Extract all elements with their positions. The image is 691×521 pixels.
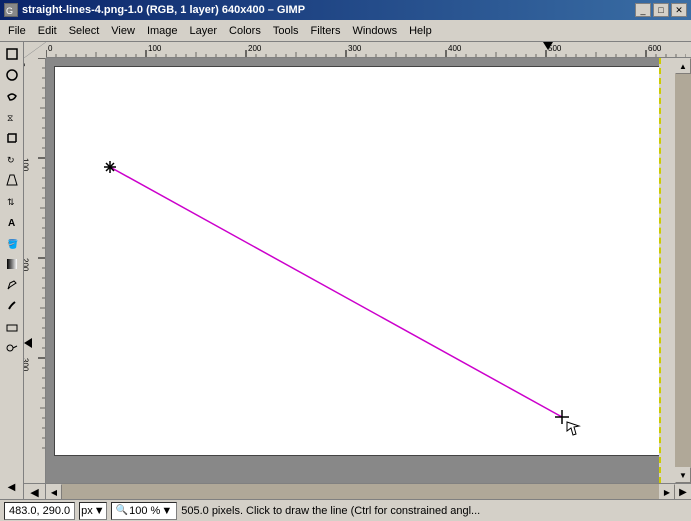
- tool-pencil[interactable]: [2, 275, 22, 295]
- title-bar-left: G straight-lines-4.png-1.0 (RGB, 1 layer…: [4, 3, 305, 17]
- svg-text:200: 200: [248, 44, 262, 53]
- menu-item-select[interactable]: Select: [63, 23, 106, 39]
- scroll-left-icon[interactable]: ◀: [2, 477, 22, 497]
- scroll-right-button[interactable]: ▶: [659, 484, 675, 499]
- svg-text:A: A: [8, 218, 15, 228]
- unit-selector[interactable]: px ▼: [79, 502, 107, 520]
- status-message: 505.0 pixels. Click to draw the line (Ct…: [181, 505, 687, 517]
- tool-ellipse[interactable]: [2, 65, 22, 85]
- svg-text:🪣: 🪣: [7, 238, 18, 249]
- vertical-scrollbar[interactable]: ▲ ▼: [675, 58, 691, 483]
- svg-text:100: 100: [148, 44, 162, 53]
- maximize-button[interactable]: □: [653, 3, 669, 17]
- scroll-down-button[interactable]: ▼: [675, 467, 691, 483]
- svg-text:100: 100: [24, 158, 30, 172]
- gimp-icon: G: [4, 3, 18, 17]
- menu-item-image[interactable]: Image: [141, 23, 184, 39]
- title-controls[interactable]: _ □ ✕: [635, 3, 687, 17]
- scroll-track-v[interactable]: [675, 74, 691, 467]
- horizontal-scrollbar[interactable]: ◀ ▶: [46, 484, 675, 499]
- svg-text:0: 0: [48, 44, 53, 53]
- scroll-track-h[interactable]: [62, 484, 659, 499]
- title-bar: G straight-lines-4.png-1.0 (RGB, 1 layer…: [0, 0, 691, 20]
- menu-item-colors[interactable]: Colors: [223, 23, 267, 39]
- ruler-row: 0 100 200 300 400 500 600: [24, 42, 691, 58]
- svg-text:⧖: ⧖: [7, 113, 13, 123]
- horizontal-ruler: 0 100 200 300 400 500 600: [46, 42, 691, 58]
- svg-text:0: 0: [24, 62, 27, 67]
- ruler-corner: [24, 42, 46, 58]
- tool-perspective[interactable]: [2, 170, 22, 190]
- svg-text:200: 200: [24, 258, 30, 272]
- menu-item-help[interactable]: Help: [403, 23, 438, 39]
- coordinate-display: 483.0, 290.0: [4, 502, 75, 520]
- svg-text:400: 400: [448, 44, 462, 53]
- menu-bar: FileEditSelectViewImageLayerColorsToolsF…: [0, 20, 691, 42]
- canvas-wrapper: 0 100 200 300 400 500 600: [24, 42, 691, 499]
- tool-paintbrush[interactable]: [2, 296, 22, 316]
- svg-text:600: 600: [648, 44, 662, 53]
- close-button[interactable]: ✕: [671, 3, 687, 17]
- svg-text:300: 300: [24, 358, 30, 372]
- zoom-value: 100 %: [129, 505, 160, 517]
- tool-transform[interactable]: ↻: [2, 149, 22, 169]
- minimize-button[interactable]: _: [635, 3, 651, 17]
- left-toolbar: ⧖ ↻ ⇅ A 🪣: [0, 42, 24, 499]
- window-title: straight-lines-4.png-1.0 (RGB, 1 layer) …: [22, 4, 305, 16]
- canvas-row: 0 100 200 300: [24, 58, 691, 483]
- tool-eraser[interactable]: [2, 317, 22, 337]
- menu-item-file[interactable]: File: [2, 23, 32, 39]
- tool-blend[interactable]: [2, 254, 22, 274]
- zoom-dropdown-arrow[interactable]: ▼: [161, 505, 172, 517]
- tool-text[interactable]: A: [2, 212, 22, 232]
- svg-text:300: 300: [348, 44, 362, 53]
- main-area: ⧖ ↻ ⇅ A 🪣: [0, 42, 691, 499]
- drawing-surface: [55, 67, 669, 455]
- tool-fuzzy[interactable]: ⧖: [2, 107, 22, 127]
- menu-item-layer[interactable]: Layer: [184, 23, 224, 39]
- scroll-left-button[interactable]: ◀: [46, 484, 62, 499]
- svg-text:G: G: [6, 6, 13, 16]
- zoom-selector[interactable]: 🔍 100 % ▼: [111, 502, 178, 520]
- tool-flip[interactable]: ⇅: [2, 191, 22, 211]
- scroll-corner-right[interactable]: ▶: [675, 484, 691, 499]
- unit-value: px: [81, 505, 93, 517]
- menu-item-tools[interactable]: Tools: [267, 23, 305, 39]
- coord-value: 483.0, 290.0: [9, 505, 70, 517]
- menu-item-windows[interactable]: Windows: [346, 23, 403, 39]
- menu-item-filters[interactable]: Filters: [305, 23, 347, 39]
- tool-lasso[interactable]: [2, 86, 22, 106]
- zoom-icon: 🔍: [116, 505, 128, 516]
- canvas-image[interactable]: [54, 66, 670, 456]
- status-bar: 483.0, 290.0 px ▼ 🔍 100 % ▼ 505.0 pixels…: [0, 499, 691, 521]
- tool-crop[interactable]: [2, 128, 22, 148]
- menu-item-edit[interactable]: Edit: [32, 23, 63, 39]
- svg-text:↻: ↻: [7, 155, 15, 165]
- canvas-right-border: [659, 58, 675, 483]
- hscrollbar-row: ◀ ◀ ▶ ▶: [24, 483, 691, 499]
- tool-bucket[interactable]: 🪣: [2, 233, 22, 253]
- svg-text:⇅: ⇅: [7, 197, 15, 207]
- unit-dropdown-arrow[interactable]: ▼: [94, 505, 105, 517]
- tool-airbrush[interactable]: [2, 338, 22, 358]
- tool-rectangle[interactable]: [2, 44, 22, 64]
- scroll-corner-left[interactable]: ◀: [24, 484, 46, 499]
- menu-item-view[interactable]: View: [105, 23, 141, 39]
- scroll-up-button[interactable]: ▲: [675, 58, 691, 74]
- vertical-ruler: 0 100 200 300: [24, 58, 46, 483]
- canvas-container[interactable]: [46, 58, 675, 483]
